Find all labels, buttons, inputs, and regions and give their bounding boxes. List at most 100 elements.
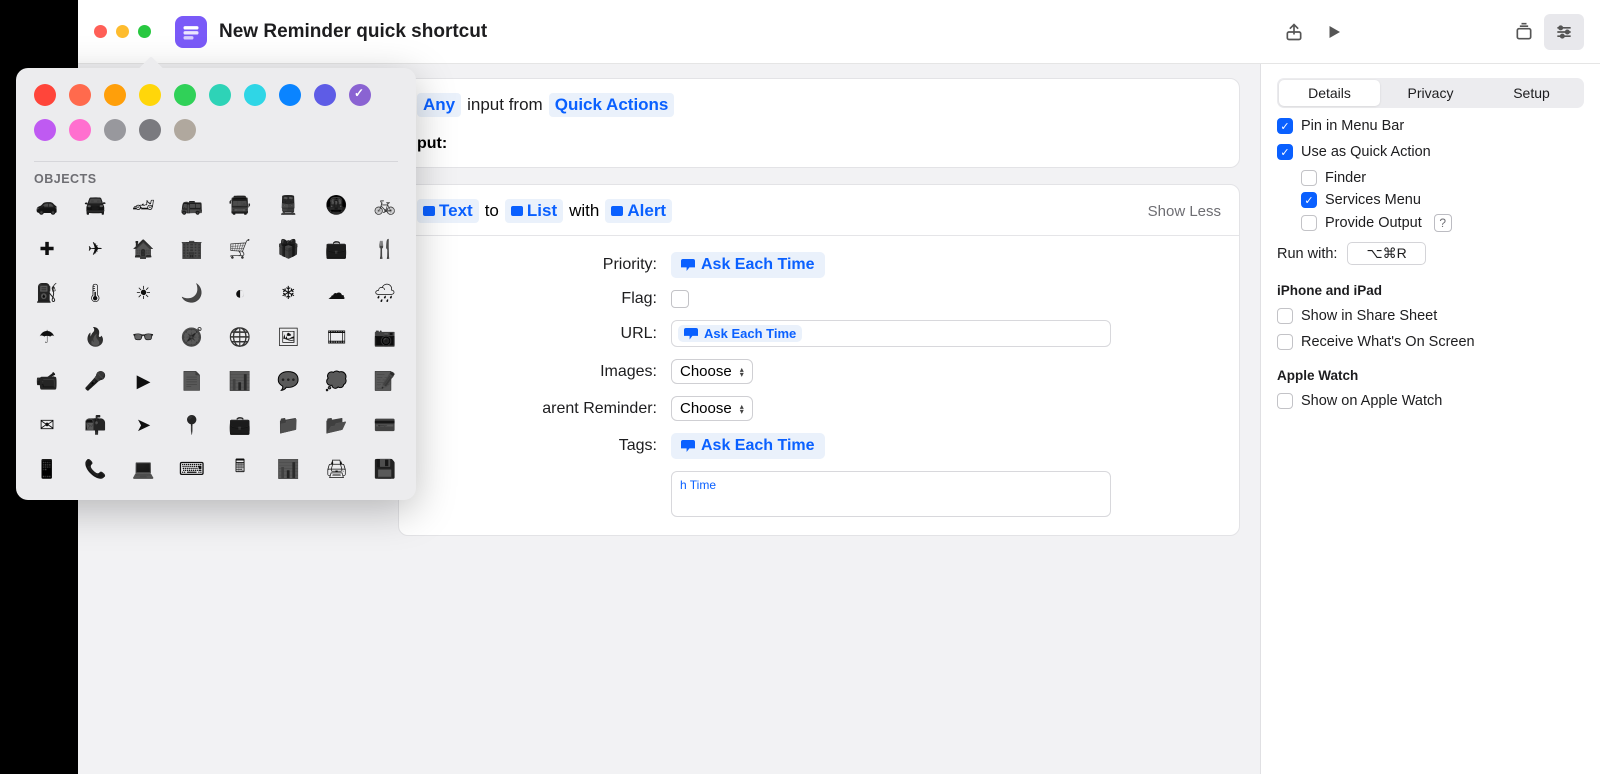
glyph-option[interactable]: 🚇 (324, 192, 350, 218)
zoom-window-button[interactable] (138, 25, 151, 38)
glyph-option[interactable]: 📂 (324, 412, 350, 438)
glyph-option[interactable]: 🖩 (227, 456, 253, 482)
receive-onscreen-checkbox[interactable] (1277, 334, 1293, 350)
glyph-option[interactable]: 🌡 (82, 280, 108, 306)
tab-setup[interactable]: Setup (1481, 80, 1582, 106)
color-swatch[interactable] (69, 119, 91, 141)
glyph-option[interactable]: 📝 (372, 368, 398, 394)
glyph-option[interactable]: ➤ (131, 412, 157, 438)
glyph-option[interactable]: 💭 (324, 368, 350, 394)
shortcut-glyph-button[interactable] (175, 16, 207, 48)
glyph-option[interactable]: 🖨 (324, 456, 350, 482)
glyph-option[interactable]: ☂ (34, 324, 60, 350)
pin-menubar-checkbox[interactable]: ✓ (1277, 118, 1293, 134)
text-variable-token[interactable]: Text (417, 199, 479, 223)
tags-value[interactable]: Ask Each Time (671, 433, 825, 459)
finder-checkbox[interactable] (1301, 170, 1317, 186)
tab-privacy[interactable]: Privacy (1380, 80, 1481, 106)
url-input[interactable]: Ask Each Time (671, 320, 1111, 347)
glyph-option[interactable]: 📹 (34, 368, 60, 394)
color-swatch[interactable] (69, 84, 91, 106)
glyph-option[interactable]: 🏎 (131, 192, 157, 218)
glyph-option[interactable]: 💳 (372, 412, 398, 438)
glyph-option[interactable]: ☁ (324, 280, 350, 306)
glyph-option[interactable]: 📬 (82, 412, 108, 438)
keyboard-shortcut-field[interactable]: ⌥⌘R (1347, 242, 1425, 265)
glyph-option[interactable]: 🚌 (179, 192, 205, 218)
color-swatch[interactable] (349, 84, 371, 106)
provide-output-checkbox[interactable] (1301, 215, 1317, 231)
glyph-option[interactable]: 🔥 (82, 324, 108, 350)
color-swatch[interactable] (139, 84, 161, 106)
help-icon[interactable]: ? (1434, 214, 1452, 232)
share-button[interactable] (1274, 14, 1314, 50)
glyph-option[interactable]: 🎞 (324, 324, 350, 350)
glyph-option[interactable]: 🏠 (131, 236, 157, 262)
glyph-option[interactable]: ⛽ (34, 280, 60, 306)
glyph-option[interactable]: 📞 (82, 456, 108, 482)
glyph-option[interactable]: 📱 (34, 456, 60, 482)
color-swatch[interactable] (174, 119, 196, 141)
color-swatch[interactable] (104, 119, 126, 141)
color-swatch[interactable] (174, 84, 196, 106)
images-picker[interactable]: Choose▴▾ (671, 359, 753, 384)
glyph-option[interactable]: ☀ (131, 280, 157, 306)
glyph-option[interactable]: 🛒 (227, 236, 253, 262)
notes-input[interactable]: h Time (671, 471, 1111, 517)
glyph-option[interactable]: 👓 (131, 324, 157, 350)
input-source-token[interactable]: Quick Actions (549, 93, 675, 117)
glyph-option[interactable]: 💼 (324, 236, 350, 262)
parent-reminder-picker[interactable]: Choose▴▾ (671, 396, 753, 421)
glyph-option[interactable]: 🎁 (275, 236, 301, 262)
glyph-option[interactable]: 📊 (227, 368, 253, 394)
color-swatch[interactable] (34, 119, 56, 141)
share-sheet-checkbox[interactable] (1277, 308, 1293, 324)
inspector-toggle-button[interactable] (1544, 14, 1584, 50)
input-type-token[interactable]: Any (417, 93, 461, 117)
color-swatch[interactable] (34, 84, 56, 106)
glyph-option[interactable]: 🖼 (275, 324, 301, 350)
color-swatch[interactable] (314, 84, 336, 106)
glyph-option[interactable]: 🌧 (372, 280, 398, 306)
services-menu-checkbox[interactable]: ✓ (1301, 192, 1317, 208)
glyph-option[interactable]: 🚆 (275, 192, 301, 218)
glyph-option[interactable]: ✉ (34, 412, 60, 438)
glyph-option[interactable]: 📍 (179, 412, 205, 438)
glyph-option[interactable]: 🌐 (227, 324, 253, 350)
glyph-option[interactable]: ◐ (227, 280, 253, 306)
alert-variable-token[interactable]: Alert (605, 199, 672, 223)
glyph-option[interactable]: 📊 (275, 456, 301, 482)
list-variable-token[interactable]: List (505, 199, 563, 223)
show-less-button[interactable]: Show Less (1148, 203, 1221, 220)
run-button[interactable] (1314, 14, 1354, 50)
inspector-tabs[interactable]: Details Privacy Setup (1277, 78, 1584, 108)
glyph-option[interactable]: 💾 (372, 456, 398, 482)
color-swatch[interactable] (279, 84, 301, 106)
minimize-window-button[interactable] (116, 25, 129, 38)
glyph-option[interactable]: 📷 (372, 324, 398, 350)
glyph-option[interactable]: 🌙 (179, 280, 205, 306)
glyph-option[interactable]: 💬 (275, 368, 301, 394)
color-swatch[interactable] (244, 84, 266, 106)
apple-watch-checkbox[interactable] (1277, 393, 1293, 409)
glyph-option[interactable]: ✈ (82, 236, 108, 262)
glyph-option[interactable]: 📁 (275, 412, 301, 438)
glyph-option[interactable]: 🚘 (82, 192, 108, 218)
glyph-option[interactable]: 🚗 (34, 192, 60, 218)
glyph-option[interactable]: ✚ (34, 236, 60, 262)
glyph-option[interactable]: 🚍 (227, 192, 253, 218)
glyph-option[interactable]: 🍴 (372, 236, 398, 262)
glyph-option[interactable]: 💻 (131, 456, 157, 482)
glyph-option[interactable]: 🧭 (179, 324, 205, 350)
priority-value[interactable]: Ask Each Time (671, 252, 825, 278)
glyph-option[interactable]: 🏢 (179, 236, 205, 262)
glyph-option[interactable]: 📄 (179, 368, 205, 394)
quick-action-checkbox[interactable]: ✓ (1277, 144, 1293, 160)
library-toggle-button[interactable] (1504, 14, 1544, 50)
glyph-option[interactable]: 💼 (227, 412, 253, 438)
close-window-button[interactable] (94, 25, 107, 38)
flag-checkbox[interactable] (671, 290, 689, 308)
tab-details[interactable]: Details (1279, 80, 1380, 106)
glyph-option[interactable]: ▶ (131, 368, 157, 394)
glyph-option[interactable]: ❄ (275, 280, 301, 306)
